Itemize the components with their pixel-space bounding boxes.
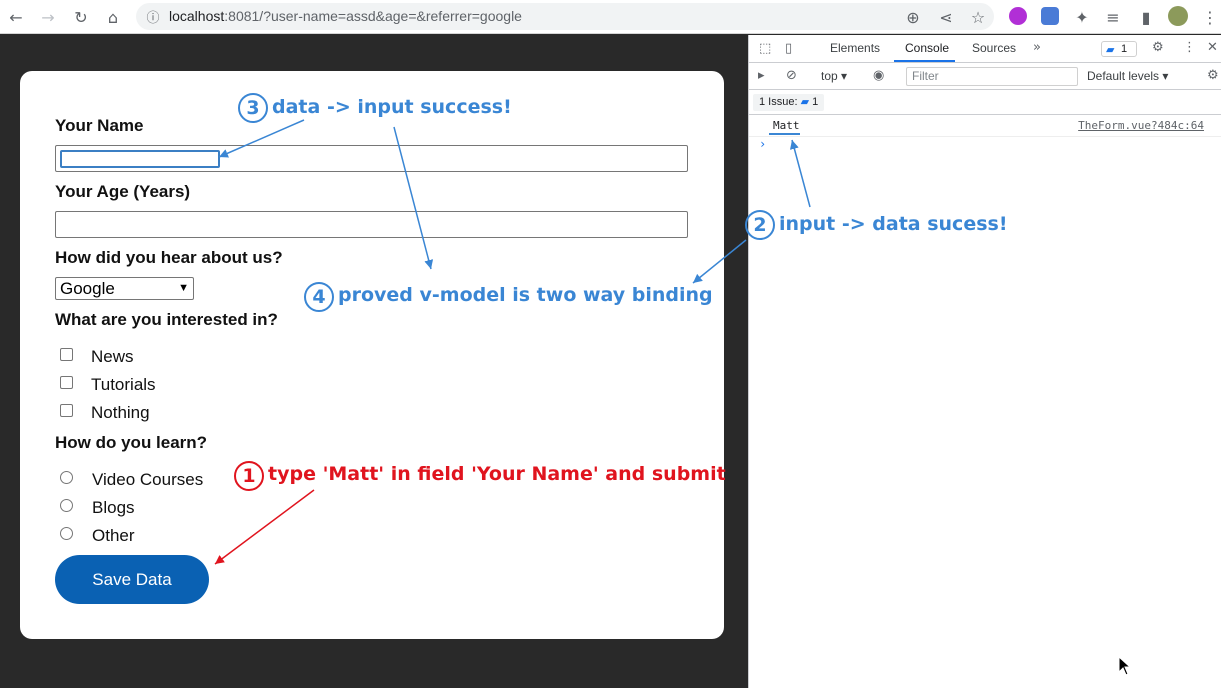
devtools-panel: ⬚ ▯ Elements Console Sources » ▰ 1 ⚙ ⋮ ✕…: [748, 35, 1221, 688]
puzzle-extensions-icon[interactable]: ✦: [1070, 5, 1094, 29]
issues-label: 1 Issue:: [759, 96, 798, 108]
profile-avatar[interactable]: [1168, 6, 1188, 26]
home-icon[interactable]: ⌂: [101, 5, 125, 29]
side-panel-icon[interactable]: ▮: [1134, 5, 1158, 29]
devtools-tab-bar: ⬚ ▯ Elements Console Sources » ▰ 1 ⚙ ⋮ ✕: [749, 35, 1221, 63]
message-icon: ▰: [800, 96, 810, 108]
checkbox-tutorials[interactable]: [60, 376, 73, 389]
forward-arrow-icon[interactable]: →: [36, 5, 60, 29]
name-label: Your Name: [55, 116, 144, 135]
issues-chip[interactable]: 1 Issue: ▰ 1: [753, 94, 825, 111]
close-devtools-icon[interactable]: ✕: [1207, 40, 1218, 55]
console-filter-input[interactable]: Filter: [906, 67, 1078, 86]
page-viewport: Your Name Your Age (Years) How did you h…: [0, 35, 748, 688]
annotation-caption-1: type 'Matt' in field 'Your Name' and sub…: [268, 463, 726, 485]
more-menu-icon[interactable]: ⋮: [1198, 5, 1221, 29]
mouse-cursor-icon: [1118, 656, 1132, 676]
console-log-source-link[interactable]: TheForm.vue?484c:64: [1078, 119, 1204, 132]
annotation-caption-3: data -> input success!: [272, 96, 512, 118]
referrer-selected-value: Google: [60, 279, 115, 298]
url-path: :8081/?user-name=assd&age=&referrer=goog…: [224, 8, 522, 24]
device-toolbar-icon[interactable]: ▯: [785, 41, 792, 56]
tab-elements[interactable]: Elements: [830, 41, 880, 55]
zoom-icon[interactable]: ⊕: [901, 5, 925, 29]
annotation-caption-4: proved v-model is two way binding: [338, 284, 713, 306]
annotation-number-4: 4: [304, 282, 334, 312]
filter-placeholder: Filter: [912, 69, 939, 83]
message-icon: ▰: [1106, 44, 1115, 56]
radio-blogs-label: Blogs: [92, 498, 135, 517]
radio-video-courses-label: Video Courses: [92, 470, 204, 489]
checkbox-tutorials-label: Tutorials: [91, 375, 156, 394]
sidebar-toggle-icon[interactable]: ▸: [758, 68, 765, 83]
interest-label: What are you interested in?: [55, 310, 278, 329]
age-input[interactable]: [55, 211, 688, 238]
referrer-label: How did you hear about us?: [55, 248, 283, 267]
live-expression-eye-icon[interactable]: ◉: [873, 68, 884, 83]
log-levels-value: Default levels: [1087, 69, 1160, 83]
info-icon[interactable]: ⓘ: [141, 4, 165, 28]
chevron-down-icon: ▼: [178, 282, 189, 294]
checkbox-nothing[interactable]: [60, 404, 73, 417]
checkbox-nothing-label: Nothing: [91, 403, 150, 422]
url-host: localhost: [169, 8, 225, 24]
issues-count: 1: [812, 96, 819, 108]
translate-extension-icon[interactable]: [1041, 7, 1059, 25]
issues-badge-count: 1: [1121, 43, 1128, 55]
checkbox-news-label: News: [91, 347, 134, 366]
referrer-select[interactable]: Google ▼: [55, 277, 194, 300]
issues-badge[interactable]: ▰ 1: [1101, 41, 1137, 57]
reload-icon[interactable]: ↻: [69, 5, 93, 29]
console-log-text: Matt: [773, 119, 800, 132]
learn-label: How do you learn?: [55, 433, 208, 452]
share-icon[interactable]: ⋖: [934, 5, 958, 29]
tab-sources[interactable]: Sources: [972, 41, 1016, 55]
context-value: top: [821, 69, 838, 83]
form-card: Your Name Your Age (Years) How did you h…: [20, 71, 724, 639]
console-log-row: Matt TheForm.vue?484c:64: [749, 117, 1221, 137]
console-filter-bar: ▸ ⊘ top ▾ ◉ Filter Default levels ▾ ⚙: [749, 63, 1221, 90]
console-settings-icon[interactable]: ⚙: [1207, 68, 1219, 83]
media-queue-icon[interactable]: ≡: [1101, 5, 1125, 29]
extension-icon[interactable]: [1009, 7, 1027, 25]
more-tabs-chevron-icon[interactable]: »: [1033, 40, 1041, 55]
annotation-number-2: 2: [745, 210, 775, 240]
radio-blogs[interactable]: [60, 499, 73, 512]
radio-other[interactable]: [60, 527, 73, 540]
annotation-number-1: 1: [234, 461, 264, 491]
checkbox-news[interactable]: [60, 348, 73, 361]
tab-console[interactable]: Console: [905, 41, 949, 55]
bookmark-star-icon[interactable]: ☆: [966, 5, 990, 29]
browser-toolbar: ← → ↻ ⌂ ⓘ localhost:8081/?user-name=assd…: [0, 0, 1221, 34]
save-data-button[interactable]: Save Data: [55, 555, 209, 604]
context-selector[interactable]: top ▾: [821, 69, 847, 83]
inspect-element-icon[interactable]: ⬚: [759, 41, 771, 56]
devtools-more-icon[interactable]: ⋮: [1183, 40, 1196, 55]
address-bar[interactable]: ⓘ localhost:8081/?user-name=assd&age=&re…: [136, 3, 994, 30]
console-prompt-icon[interactable]: ›: [759, 137, 766, 151]
annotation-number-3: 3: [238, 93, 268, 123]
issues-bar: 1 Issue: ▰ 1: [749, 90, 1221, 115]
active-tab-indicator: [894, 60, 955, 62]
settings-gear-icon[interactable]: ⚙: [1152, 40, 1164, 55]
name-input[interactable]: [55, 145, 688, 172]
log-levels-dropdown[interactable]: Default levels ▾: [1087, 69, 1168, 83]
annotation-caption-2: input -> data sucess!: [779, 213, 1008, 235]
url-text[interactable]: localhost:8081/?user-name=assd&age=&refe…: [169, 8, 522, 24]
name-input-focus-ring: [60, 150, 220, 168]
radio-other-label: Other: [92, 526, 135, 545]
age-label: Your Age (Years): [55, 182, 191, 201]
clear-console-icon[interactable]: ⊘: [786, 68, 797, 83]
radio-video-courses[interactable]: [60, 471, 73, 484]
back-arrow-icon[interactable]: ←: [4, 5, 28, 29]
